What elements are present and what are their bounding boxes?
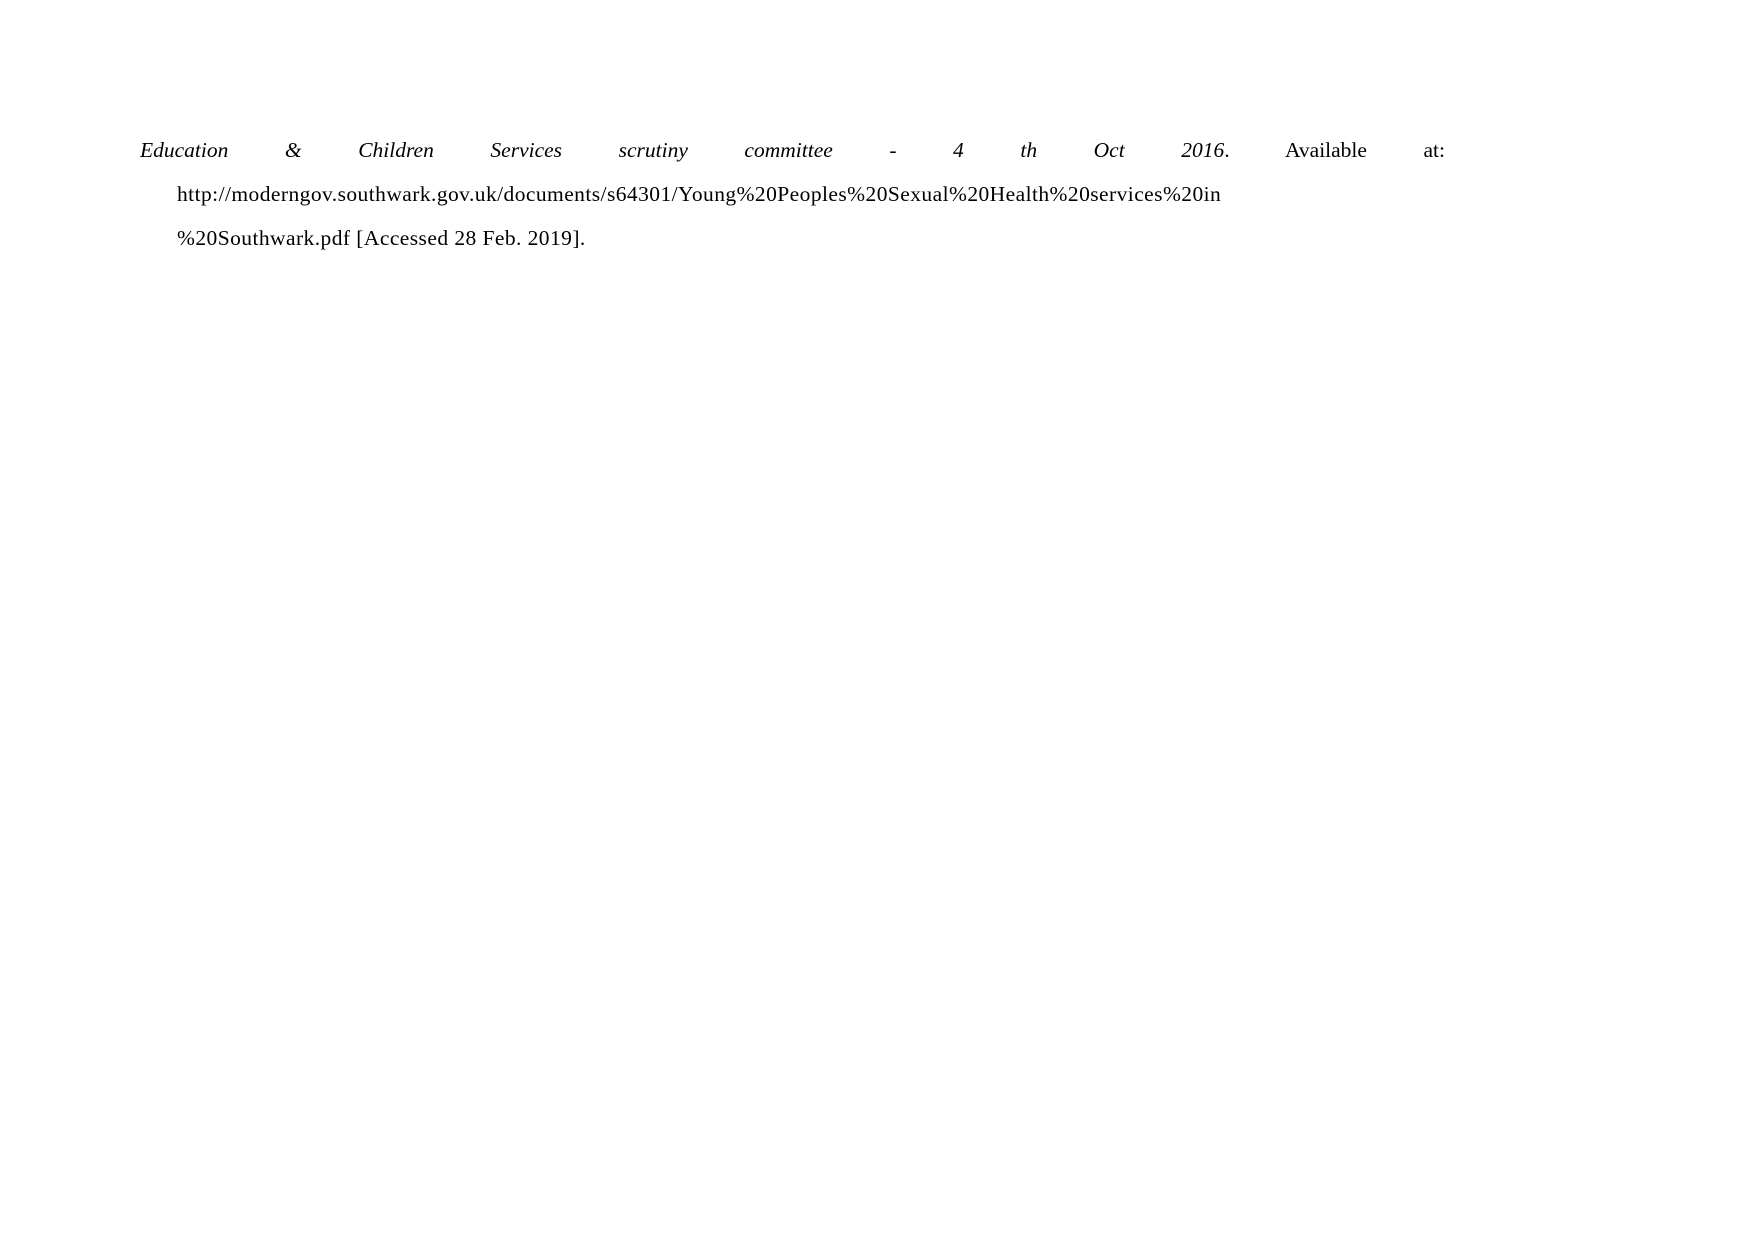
reference-line-3: %20Southwark.pdf [Accessed 28 Feb. 2019]… bbox=[177, 216, 1445, 260]
reference-line-1: Education & Children Services scrutiny c… bbox=[140, 128, 1445, 172]
reference-title-word-scrutiny: scrutiny bbox=[618, 138, 688, 162]
reference-title-period: . bbox=[1224, 138, 1230, 162]
reference-url-segment: http://moderngov.southwark.gov.uk/docume… bbox=[177, 182, 1222, 206]
reference-line-2: http://moderngov.southwark.gov.uk/docume… bbox=[177, 172, 1445, 216]
reference-title-word-children: Children bbox=[358, 138, 434, 162]
reference-entry: Education & Children Services scrutiny c… bbox=[140, 128, 1445, 260]
reference-at-label: at: bbox=[1423, 138, 1446, 162]
reference-title-dash: - bbox=[889, 138, 897, 162]
reference-title-word-education: Education bbox=[140, 138, 229, 162]
reference-title-year: 2016 bbox=[1181, 138, 1225, 162]
document-page: Education & Children Services scrutiny c… bbox=[0, 0, 1754, 1241]
reference-accessed-note: [Accessed 28 Feb. 2019]. bbox=[356, 226, 586, 250]
reference-available-label: Available bbox=[1284, 138, 1367, 162]
reference-title-ordinal-suffix: th bbox=[1020, 138, 1038, 162]
reference-title-word-committee: committee bbox=[744, 138, 833, 162]
reference-title-ampersand: & bbox=[284, 138, 302, 162]
reference-title-day: 4 bbox=[953, 138, 964, 162]
reference-title-month: Oct bbox=[1093, 138, 1125, 162]
reference-url-tail: %20Southwark.pdf bbox=[177, 226, 351, 250]
reference-title-word-services: Services bbox=[490, 138, 563, 162]
